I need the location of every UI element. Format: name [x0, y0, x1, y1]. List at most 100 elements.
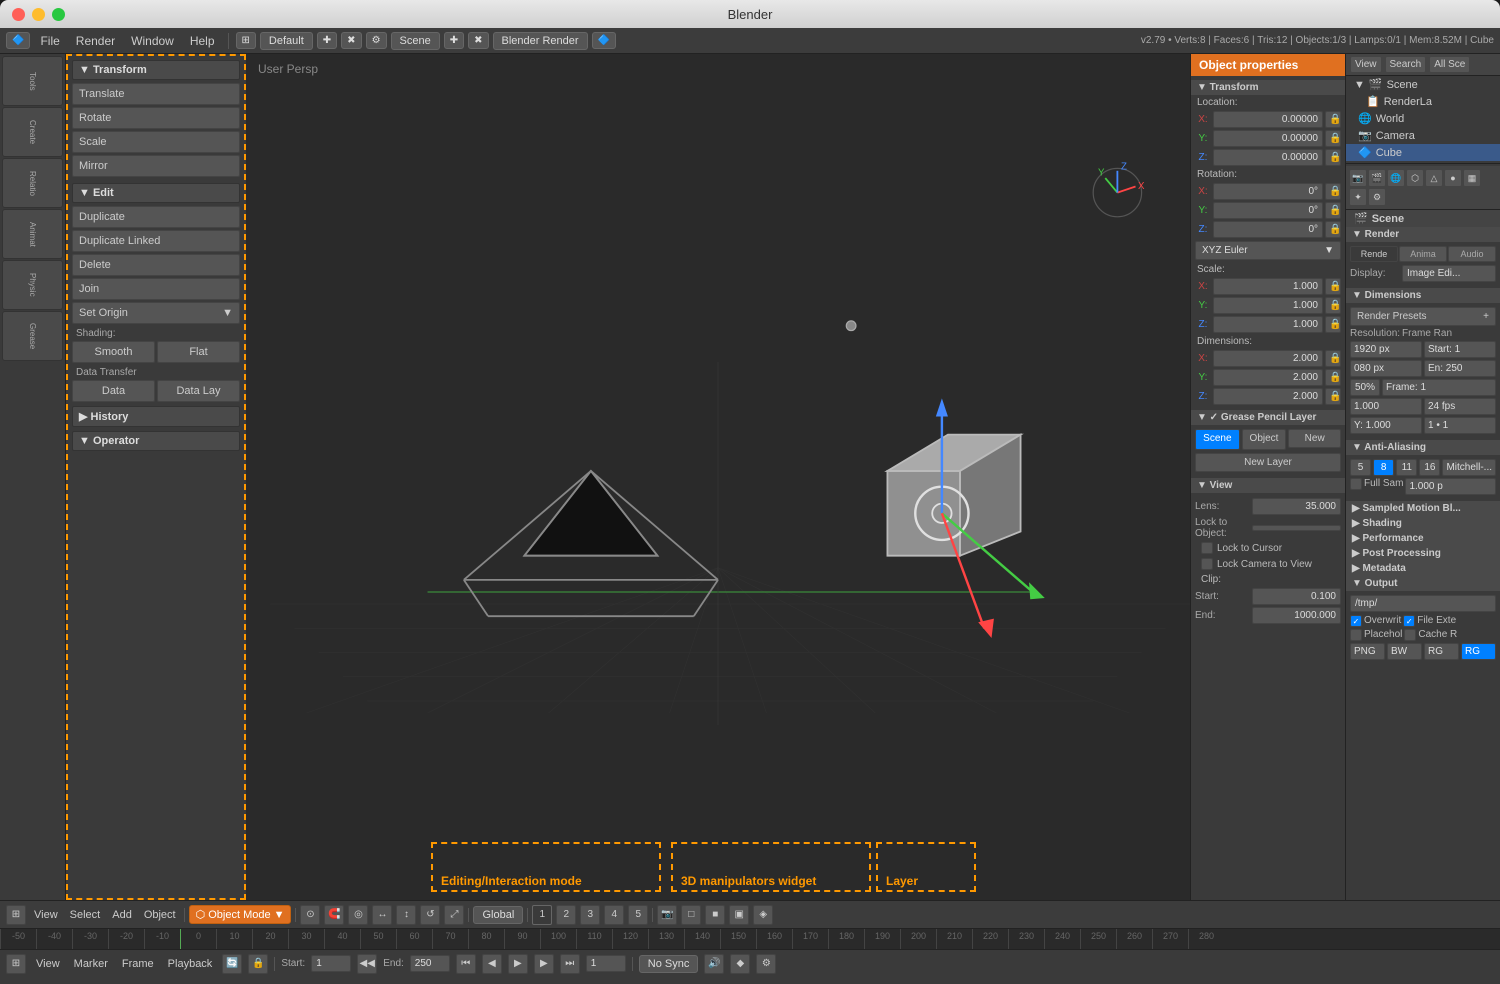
- object-menu[interactable]: Object: [140, 907, 180, 923]
- grease-pencil-tab[interactable]: Grease: [2, 311, 63, 361]
- join-button[interactable]: Join: [72, 278, 240, 300]
- snap-icon[interactable]: 🧲: [324, 905, 344, 925]
- prev-key-icon[interactable]: ◀◀: [357, 954, 377, 974]
- manipulator2-icon[interactable]: ↕: [396, 905, 416, 925]
- mesh-icon-btn[interactable]: △: [1425, 169, 1443, 187]
- history-header[interactable]: ▶ History: [72, 406, 240, 427]
- aa-8[interactable]: 8: [1373, 459, 1394, 476]
- rotate-manipulator-icon[interactable]: ↺: [420, 905, 440, 925]
- world-icon-btn[interactable]: 🌐: [1387, 169, 1405, 187]
- data-lay-button[interactable]: Data Lay: [157, 380, 240, 402]
- view-menu[interactable]: View: [30, 907, 62, 923]
- timeline-view-btn[interactable]: View: [32, 956, 64, 972]
- location-y-field[interactable]: 0.00000: [1213, 130, 1323, 147]
- view-section-header[interactable]: ▼ View: [1191, 478, 1345, 493]
- aspect-x-field[interactable]: 1.000: [1350, 398, 1422, 415]
- render-tab-animation[interactable]: Anima: [1399, 246, 1447, 262]
- render-tab-render[interactable]: Rende: [1350, 246, 1398, 262]
- rotation-x-field[interactable]: 0°: [1213, 183, 1323, 200]
- rotation-x-lock[interactable]: 🔒: [1325, 183, 1341, 200]
- edit-header[interactable]: ▼ Edit: [72, 183, 240, 203]
- animation-tab[interactable]: Animat: [2, 209, 63, 259]
- output-path-field[interactable]: /tmp/: [1350, 595, 1496, 612]
- location-z-lock[interactable]: 🔒: [1325, 149, 1341, 166]
- create-tab[interactable]: Create: [2, 107, 63, 157]
- scale-manipulator-icon[interactable]: ⤢: [444, 905, 464, 925]
- icon-box[interactable]: ⊞: [236, 32, 256, 49]
- layer-icon-3[interactable]: 3: [580, 905, 600, 925]
- menu-window[interactable]: Window: [125, 32, 180, 50]
- close-button[interactable]: [12, 8, 25, 21]
- overwrite-checkbox[interactable]: ✓: [1350, 615, 1362, 627]
- timeline-frame-btn[interactable]: Frame: [118, 956, 158, 972]
- search-btn[interactable]: Search: [1385, 56, 1427, 73]
- object-icon-btn[interactable]: ⬡: [1406, 169, 1424, 187]
- end-frame-field[interactable]: 250: [410, 955, 450, 972]
- add-menu[interactable]: Add: [108, 907, 136, 923]
- aa-header[interactable]: ▼ Anti-Aliasing: [1346, 440, 1500, 455]
- scale-button[interactable]: Scale: [72, 131, 240, 153]
- pivot-icon[interactable]: ⊙: [300, 905, 320, 925]
- rotate-button[interactable]: Rotate: [72, 107, 240, 129]
- render-tab-audio[interactable]: Audio: [1448, 246, 1496, 262]
- aa-5[interactable]: 5: [1350, 459, 1371, 476]
- menu-help[interactable]: Help: [184, 32, 221, 50]
- render-section-header[interactable]: ▼ Render: [1346, 227, 1500, 242]
- viewport-3d[interactable]: User Persp: [246, 54, 1190, 900]
- world-item[interactable]: 🌐 World: [1346, 110, 1500, 127]
- flat-button[interactable]: Flat: [157, 341, 240, 363]
- location-x-lock[interactable]: 🔒: [1325, 111, 1341, 128]
- maximize-button[interactable]: [52, 8, 65, 21]
- shading-tex-icon[interactable]: ▣: [729, 905, 749, 925]
- frame-num-field[interactable]: Frame: 1: [1382, 379, 1496, 396]
- scale-y-lock[interactable]: 🔒: [1325, 297, 1341, 314]
- jump-end-icon[interactable]: ⏭: [560, 954, 580, 974]
- render-icon[interactable]: 📷: [657, 905, 677, 925]
- data-button[interactable]: Data: [72, 380, 155, 402]
- layout-selector[interactable]: Default: [260, 32, 313, 50]
- rotation-y-lock[interactable]: 🔒: [1325, 202, 1341, 219]
- dim-x-field[interactable]: 2.000: [1213, 350, 1323, 367]
- aa-11[interactable]: 11: [1396, 459, 1417, 476]
- settings-icon[interactable]: ⚙: [756, 954, 776, 974]
- menu-render[interactable]: Render: [70, 32, 121, 50]
- rotation-z-field[interactable]: 0°: [1213, 221, 1323, 238]
- blender-icon[interactable]: 🔷: [6, 32, 30, 49]
- icon-box-2[interactable]: ✚: [317, 32, 337, 49]
- bw-field[interactable]: BW: [1387, 643, 1422, 660]
- transform-prop-header[interactable]: ▼ Transform: [1191, 80, 1345, 95]
- translate-button[interactable]: Translate: [72, 83, 240, 105]
- delete-button[interactable]: Delete: [72, 254, 240, 276]
- proportional-icon[interactable]: ◎: [348, 905, 368, 925]
- layer-icon-1[interactable]: 1: [532, 905, 552, 925]
- dim-z-lock[interactable]: 🔒: [1325, 388, 1341, 405]
- render-presets-btn[interactable]: Render Presets +: [1350, 307, 1496, 326]
- rotation-y-field[interactable]: 0°: [1213, 202, 1323, 219]
- scale-z-lock[interactable]: 🔒: [1325, 316, 1341, 333]
- play-icon[interactable]: ▶: [508, 954, 528, 974]
- view-btn[interactable]: View: [1350, 56, 1382, 73]
- rgba-field[interactable]: RG: [1461, 643, 1496, 660]
- location-z-field[interactable]: 0.00000: [1213, 149, 1323, 166]
- scene-selector[interactable]: Scene: [391, 32, 440, 50]
- post-processing-header[interactable]: ▶ Post Processing: [1346, 546, 1500, 561]
- minimize-button[interactable]: [32, 8, 45, 21]
- render-engine-selector[interactable]: Blender Render: [493, 32, 588, 50]
- percent-field[interactable]: 50%: [1350, 379, 1380, 396]
- metadata-header[interactable]: ▶ Metadata: [1346, 561, 1500, 576]
- select-menu[interactable]: Select: [66, 907, 105, 923]
- layer-icon-5[interactable]: 5: [628, 905, 648, 925]
- material-icon-btn[interactable]: ●: [1444, 169, 1462, 187]
- scene-item[interactable]: ▼ 🎬 Scene: [1346, 76, 1500, 93]
- layer-icon-4[interactable]: 4: [604, 905, 624, 925]
- rotation-z-lock[interactable]: 🔒: [1325, 221, 1341, 238]
- camera-item[interactable]: 📷 Camera: [1346, 127, 1500, 144]
- audio-icon[interactable]: 🔊: [704, 954, 724, 974]
- height-field[interactable]: 080 px: [1350, 360, 1422, 377]
- clip-end-field[interactable]: 1000.000: [1252, 607, 1341, 624]
- global-orientation-selector[interactable]: Global: [473, 906, 523, 924]
- gp-new-layer-btn[interactable]: New Layer: [1195, 453, 1341, 472]
- smooth-button[interactable]: Smooth: [72, 341, 155, 363]
- dim-z-field[interactable]: 2.000: [1213, 388, 1323, 405]
- shading-solid-icon[interactable]: ■: [705, 905, 725, 925]
